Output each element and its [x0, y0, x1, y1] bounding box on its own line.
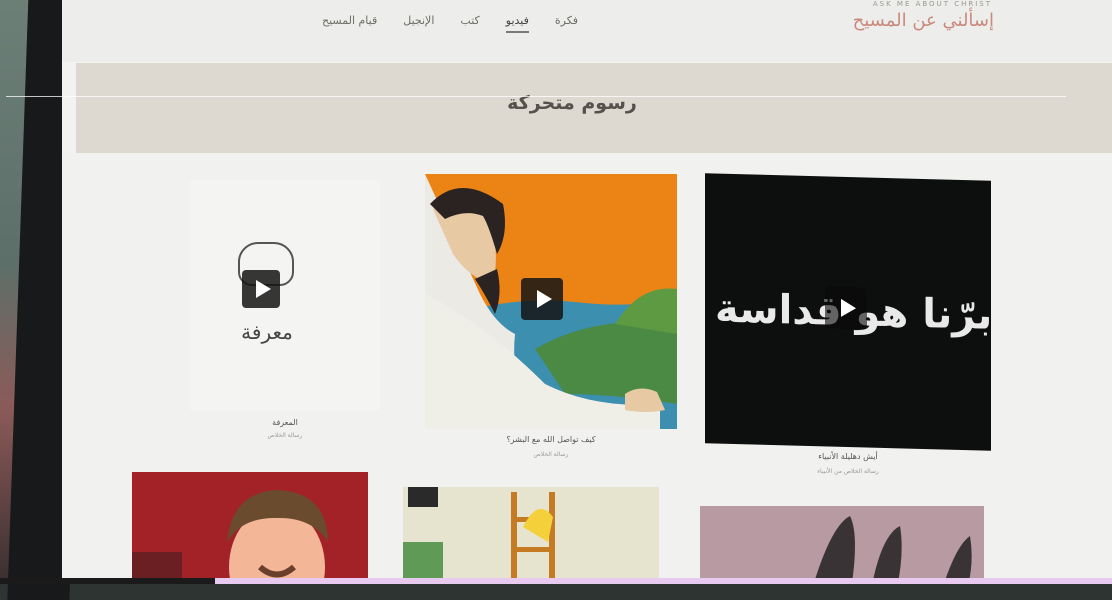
video-card-prophets[interactable]: هو برّنا هو قداسة أيش دهليلة الأنبياء رس…: [705, 173, 991, 475]
nav-item-resurrection[interactable]: قيام المسيح: [322, 14, 377, 33]
video-card-communication[interactable]: كيف تواصل الله مع البشر؟ رسالة الخلاص: [425, 174, 677, 464]
video-thumbnail[interactable]: معرفة: [190, 180, 380, 410]
ladder-illustration: [403, 487, 659, 584]
site-logo[interactable]: إسألني عن المسيح: [853, 10, 994, 31]
video-subtitle: رسالة الخلاص من الأنبياء: [817, 468, 879, 475]
nav-item-books[interactable]: كتب: [460, 14, 479, 33]
play-icon[interactable]: [242, 270, 280, 308]
video-title[interactable]: كيف تواصل الله مع البشر؟: [425, 435, 677, 444]
video-thumbnail[interactable]: [425, 174, 677, 429]
logo-text: معرفة: [241, 320, 293, 344]
video-card-knowledge[interactable]: معرفة المعرفة رسالة الخلاص: [190, 180, 380, 460]
nav-item-idea[interactable]: فكرة: [555, 14, 578, 33]
video-subtitle: رسالة الخلاص: [267, 432, 303, 439]
video-subtitle: رسالة الخلاص: [533, 451, 569, 458]
play-icon[interactable]: [521, 278, 563, 320]
website-screen: ASK ME ABOUT CHRIST إسألني عن المسيح فكر…: [62, 0, 1112, 584]
bottom-dark-strip: [0, 578, 215, 584]
brand-subtitle: ASK ME ABOUT CHRIST: [872, 0, 992, 8]
cartoon-face-illustration: [132, 490, 328, 584]
video-thumbnail-bottom-right[interactable]: [700, 506, 984, 584]
video-thumbnail[interactable]: هو برّنا هو قداسة: [705, 173, 991, 451]
main-nav: فكرة فيديو كتب الإنجيل قيام المسيح: [322, 14, 578, 33]
nav-item-video[interactable]: فيديو: [505, 14, 529, 33]
header: ASK ME ABOUT CHRIST إسألني عن المسيح فكر…: [62, 0, 1112, 62]
video-title[interactable]: المعرفة: [190, 418, 380, 427]
play-icon[interactable]: [825, 286, 867, 330]
video-thumbnail-bottom-middle[interactable]: [403, 487, 659, 584]
video-title[interactable]: أيش دهليلة الأنبياء: [705, 452, 991, 461]
video-thumbnail-bottom-left[interactable]: [132, 472, 368, 584]
hand-illustration: [813, 516, 972, 584]
screen-glare: [6, 96, 1066, 97]
nav-item-gospel[interactable]: الإنجيل: [403, 14, 434, 33]
